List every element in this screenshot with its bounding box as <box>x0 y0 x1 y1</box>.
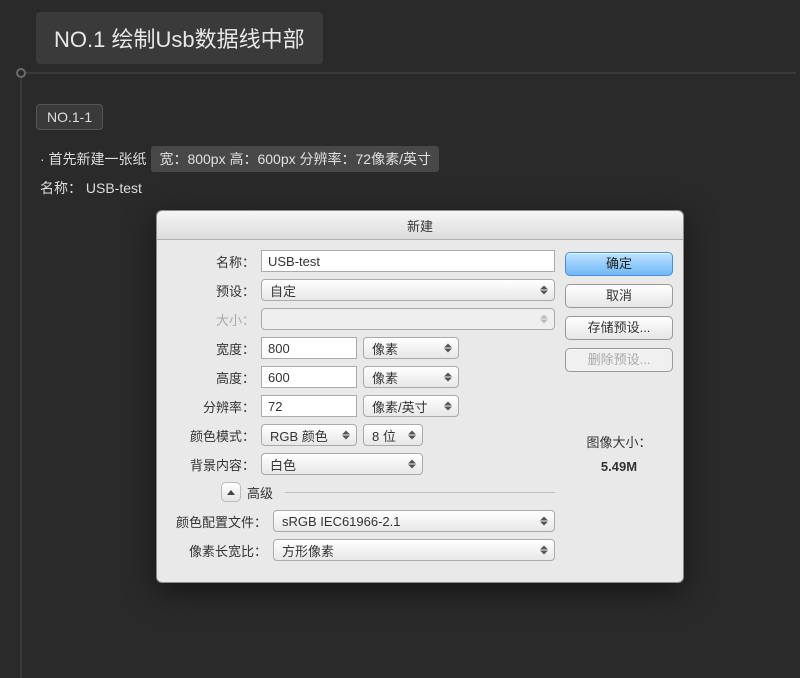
color-depth-value: 8 位 <box>372 426 396 445</box>
chevron-updown-icon <box>540 546 548 555</box>
color-profile-value: sRGB IEC61966-2.1 <box>282 514 401 529</box>
step-name-value: USB-test <box>86 180 142 196</box>
name-label: 名称： <box>167 252 255 271</box>
color-mode-label: 颜色模式： <box>167 426 255 445</box>
pixel-aspect-dropdown[interactable]: 方形像素 <box>273 539 555 561</box>
divider <box>26 72 796 74</box>
resolution-unit-value: 像素/英寸 <box>372 397 428 416</box>
divider <box>285 492 555 493</box>
step-spec-badge: 宽：800px 高：600px 分辨率：72像素/英寸 <box>151 146 439 172</box>
bg-value: 白色 <box>270 455 296 474</box>
advanced-label: 高级 <box>247 483 273 502</box>
cancel-button[interactable]: 取消 <box>565 284 673 308</box>
color-profile-dropdown[interactable]: sRGB IEC61966-2.1 <box>273 510 555 532</box>
color-mode-value: RGB 颜色 <box>270 426 328 445</box>
chevron-updown-icon <box>540 517 548 526</box>
ok-button[interactable]: 确定 <box>565 252 673 276</box>
dialog-title: 新建 <box>157 211 683 240</box>
step-badge: NO.1-1 <box>36 104 103 130</box>
height-label: 高度： <box>167 368 255 387</box>
preset-dropdown[interactable]: 自定 <box>261 279 555 301</box>
chevron-updown-icon <box>444 373 452 382</box>
pixel-aspect-label: 像素长宽比： <box>167 541 267 560</box>
name-input[interactable] <box>261 250 555 272</box>
image-size-label: 图像大小： <box>565 432 673 451</box>
image-size-value: 5.49M <box>565 459 673 474</box>
page-title: NO.1 绘制Usb数据线中部 <box>36 12 323 64</box>
bg-label: 背景内容： <box>167 455 255 474</box>
resolution-unit-dropdown[interactable]: 像素/英寸 <box>363 395 459 417</box>
width-unit-value: 像素 <box>372 339 398 358</box>
width-label: 宽度： <box>167 339 255 358</box>
chevron-updown-icon <box>444 344 452 353</box>
save-preset-button[interactable]: 存储预设... <box>565 316 673 340</box>
pixel-aspect-value: 方形像素 <box>282 541 334 560</box>
color-profile-label: 颜色配置文件： <box>167 512 267 531</box>
height-unit-value: 像素 <box>372 368 398 387</box>
preset-label: 预设： <box>167 281 255 300</box>
resolution-input[interactable] <box>261 395 357 417</box>
chevron-updown-icon <box>444 402 452 411</box>
timeline-dot-icon <box>16 68 26 78</box>
timeline-line <box>20 78 22 678</box>
height-unit-dropdown[interactable]: 像素 <box>363 366 459 388</box>
chevron-updown-icon <box>408 431 416 440</box>
chevron-updown-icon <box>540 286 548 295</box>
height-input[interactable] <box>261 366 357 388</box>
preset-value: 自定 <box>270 281 296 300</box>
triangle-up-icon <box>227 490 235 495</box>
chevron-updown-icon <box>540 315 548 324</box>
color-mode-dropdown[interactable]: RGB 颜色 <box>261 424 357 446</box>
chevron-updown-icon <box>408 460 416 469</box>
width-unit-dropdown[interactable]: 像素 <box>363 337 459 359</box>
width-input[interactable] <box>261 337 357 359</box>
bg-dropdown[interactable]: 白色 <box>261 453 423 475</box>
color-depth-dropdown[interactable]: 8 位 <box>363 424 423 446</box>
delete-preset-button: 删除预设... <box>565 348 673 372</box>
step-description: · 首先新建一张纸 宽：800px 高：600px 分辨率：72像素/英寸 <box>40 146 800 172</box>
resolution-label: 分辨率： <box>167 397 255 416</box>
new-document-dialog: 新建 名称： 预设： 自定 大小： 宽 <box>156 210 684 583</box>
size-label: 大小： <box>207 310 255 329</box>
step-desc-prefix: · 首先新建一张纸 <box>40 151 147 167</box>
advanced-disclosure-button[interactable] <box>221 482 241 502</box>
size-dropdown <box>261 308 555 330</box>
step-name-label: 名称： <box>40 180 82 196</box>
chevron-updown-icon <box>342 431 350 440</box>
step-name-line: 名称： USB-test <box>40 178 800 198</box>
